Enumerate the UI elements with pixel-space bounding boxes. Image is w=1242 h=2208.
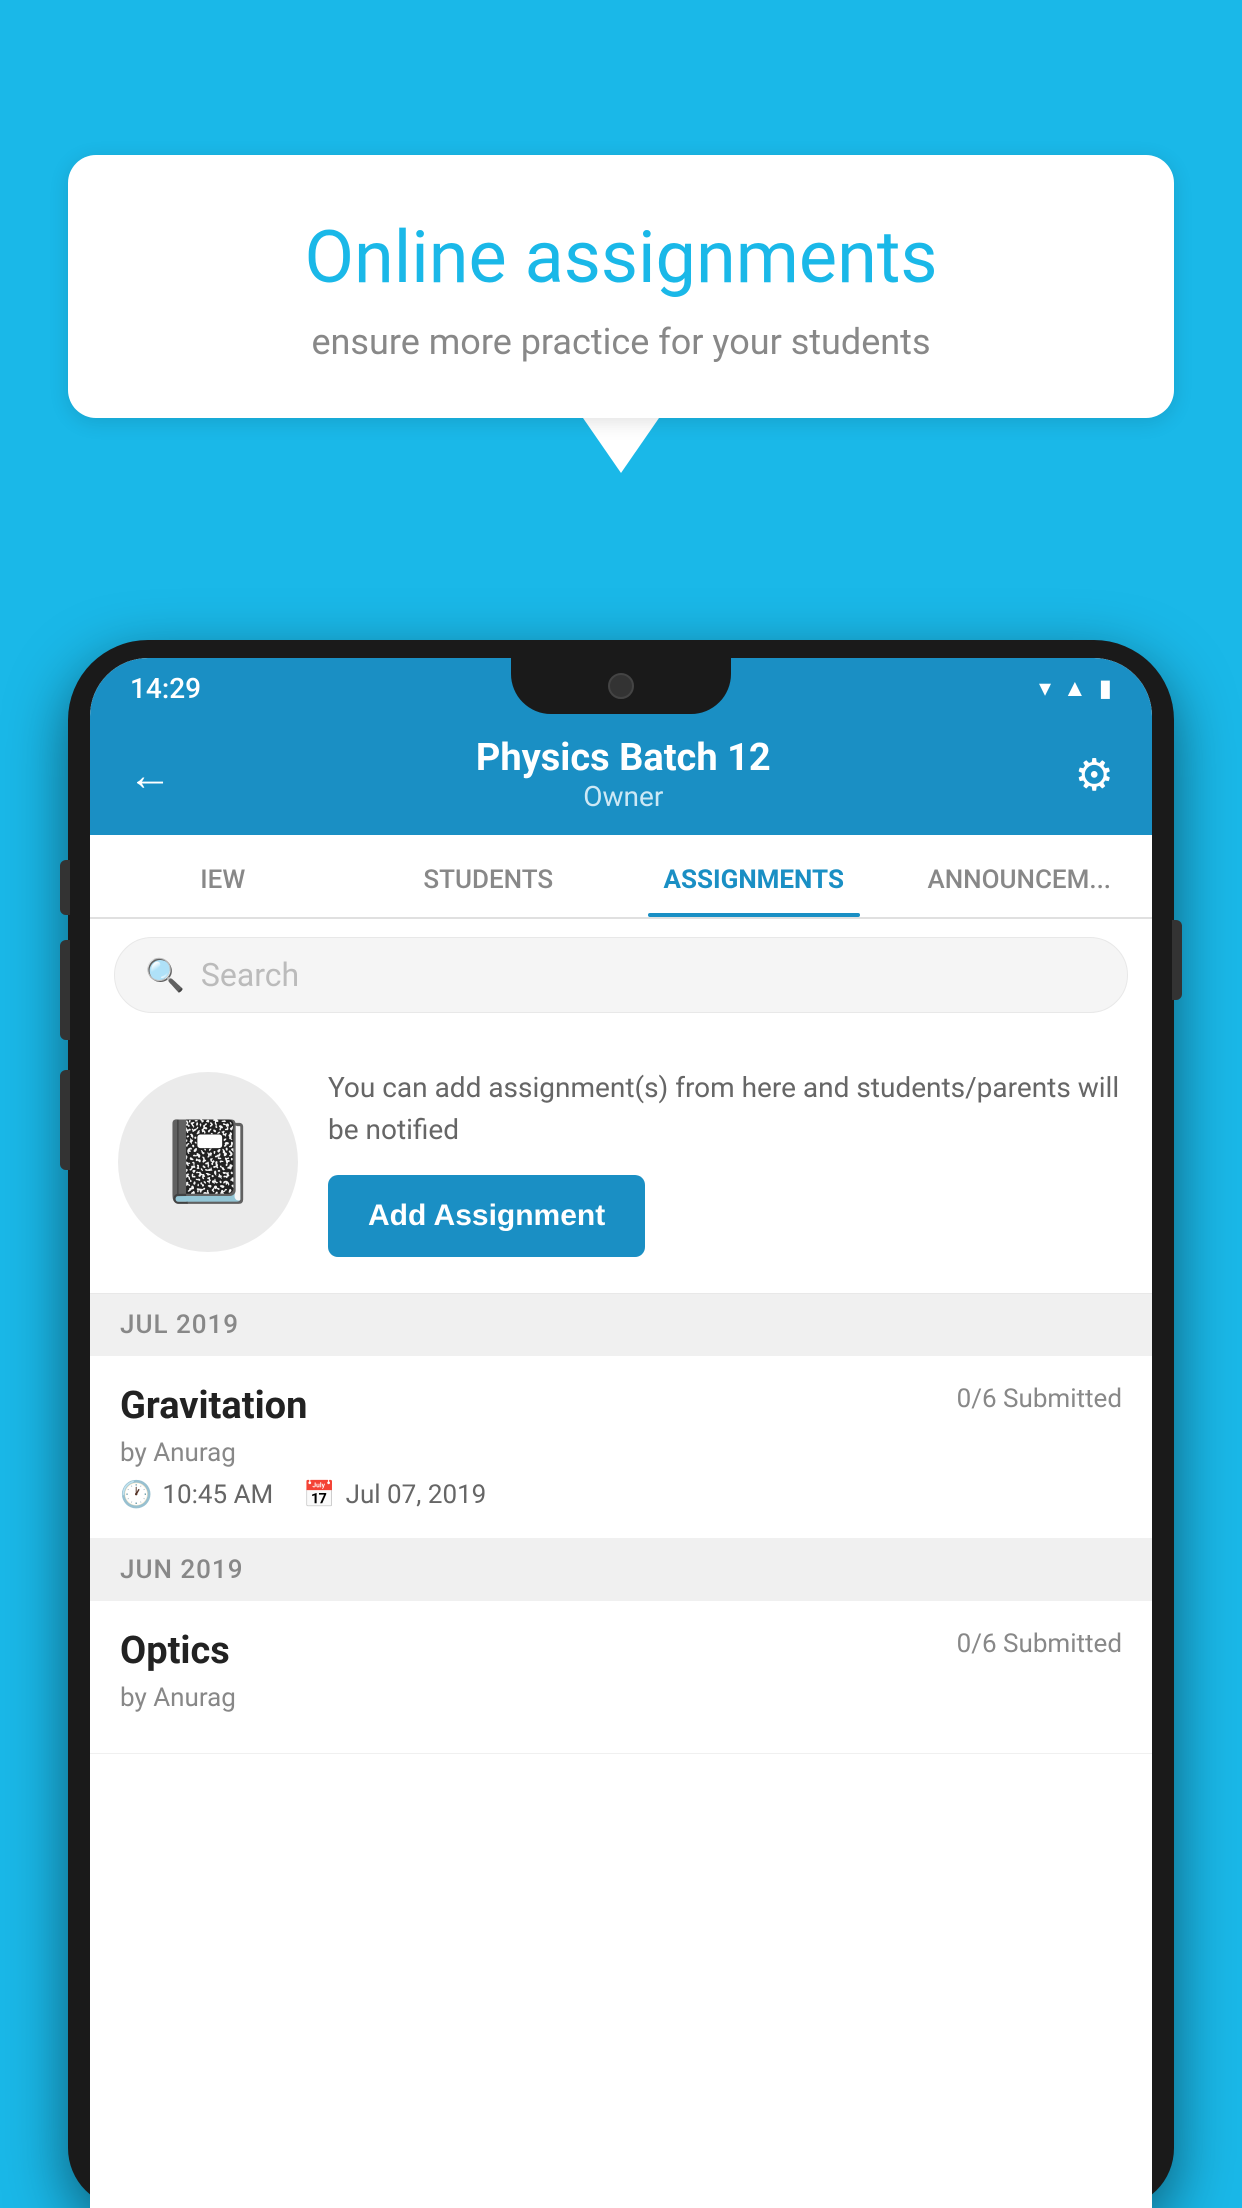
tabs-container: IEW STUDENTS ASSIGNMENTS ANNOUNCEM... xyxy=(90,835,1152,919)
assignment-name: Gravitation xyxy=(120,1384,307,1428)
speech-bubble: Online assignments ensure more practice … xyxy=(68,155,1174,418)
assignment-optics-by: by Anurag xyxy=(120,1683,1122,1713)
section-jul-label: JUL 2019 xyxy=(120,1310,239,1340)
app-header: ← Physics Batch 12 Owner ⚙ xyxy=(90,718,1152,835)
promo-description: You can add assignment(s) from here and … xyxy=(328,1067,1124,1151)
calendar-icon: 📅 xyxy=(303,1480,335,1510)
section-jul-2019: JUL 2019 xyxy=(90,1294,1152,1356)
assignment-time-value: 10:45 AM xyxy=(162,1480,273,1510)
speech-bubble-subtitle: ensure more practice for your students xyxy=(138,321,1104,363)
section-jun-2019: JUN 2019 xyxy=(90,1539,1152,1601)
phone-screen: 14:29 ▾ ▲ ▮ ← Physics Batch 12 Owner ⚙ I… xyxy=(90,658,1152,2208)
tab-assignments[interactable]: ASSIGNMENTS xyxy=(621,835,887,917)
tab-students[interactable]: STUDENTS xyxy=(356,835,622,917)
promo-icon-circle: 📓 xyxy=(118,1072,298,1252)
phone-device: 14:29 ▾ ▲ ▮ ← Physics Batch 12 Owner ⚙ I… xyxy=(68,640,1174,2208)
status-icons: ▾ ▲ ▮ xyxy=(1039,674,1112,703)
header-center: Physics Batch 12 Owner xyxy=(172,736,1075,813)
phone-camera xyxy=(608,673,634,699)
settings-icon[interactable]: ⚙ xyxy=(1075,749,1114,801)
clock-icon: 🕐 xyxy=(120,1480,152,1510)
assignment-optics-submitted: 0/6 Submitted xyxy=(957,1629,1122,1659)
assignment-submitted: 0/6 Submitted xyxy=(957,1384,1122,1414)
status-time: 14:29 xyxy=(130,672,201,705)
assignment-by: by Anurag xyxy=(120,1438,1122,1468)
phone-vol-up xyxy=(60,940,70,1040)
header-title: Physics Batch 12 xyxy=(172,736,1075,780)
phone-power-button xyxy=(1172,920,1182,1000)
assignment-promo: 📓 You can add assignment(s) from here an… xyxy=(90,1031,1152,1294)
search-placeholder: Search xyxy=(201,956,299,994)
phone-vol-down xyxy=(60,1070,70,1170)
battery-icon: ▮ xyxy=(1099,674,1112,702)
assignment-date: 📅 Jul 07, 2019 xyxy=(303,1480,486,1510)
speech-bubble-title: Online assignments xyxy=(138,215,1104,301)
phone-notch xyxy=(511,658,731,714)
assignment-time: 🕐 10:45 AM xyxy=(120,1480,273,1510)
assignment-date-value: Jul 07, 2019 xyxy=(346,1480,487,1510)
header-subtitle: Owner xyxy=(172,780,1075,813)
search-bar[interactable]: 🔍 Search xyxy=(114,937,1128,1013)
tab-announcements[interactable]: ANNOUNCEM... xyxy=(887,835,1153,917)
speech-bubble-container: Online assignments ensure more practice … xyxy=(68,155,1174,473)
back-button[interactable]: ← xyxy=(128,749,172,801)
phone-vol-silent xyxy=(60,860,70,915)
assignment-optics[interactable]: Optics 0/6 Submitted by Anurag xyxy=(90,1601,1152,1754)
signal-icon: ▲ xyxy=(1063,674,1087,703)
speech-bubble-arrow xyxy=(583,418,659,473)
assignment-meta: 🕐 10:45 AM 📅 Jul 07, 2019 xyxy=(120,1480,1122,1510)
search-icon: 🔍 xyxy=(145,956,185,994)
assignment-gravitation[interactable]: Gravitation 0/6 Submitted by Anurag 🕐 10… xyxy=(90,1356,1152,1539)
add-assignment-button[interactable]: Add Assignment xyxy=(328,1175,645,1257)
assignment-optics-header: Optics 0/6 Submitted xyxy=(120,1629,1122,1673)
section-jun-label: JUN 2019 xyxy=(120,1555,243,1585)
tab-iew[interactable]: IEW xyxy=(90,835,356,917)
search-bar-container: 🔍 Search xyxy=(90,919,1152,1031)
promo-content: You can add assignment(s) from here and … xyxy=(328,1067,1124,1257)
assignment-item-header: Gravitation 0/6 Submitted xyxy=(120,1384,1122,1428)
wifi-icon: ▾ xyxy=(1039,674,1051,702)
notebook-icon: 📓 xyxy=(158,1115,258,1209)
assignment-optics-name: Optics xyxy=(120,1629,230,1673)
